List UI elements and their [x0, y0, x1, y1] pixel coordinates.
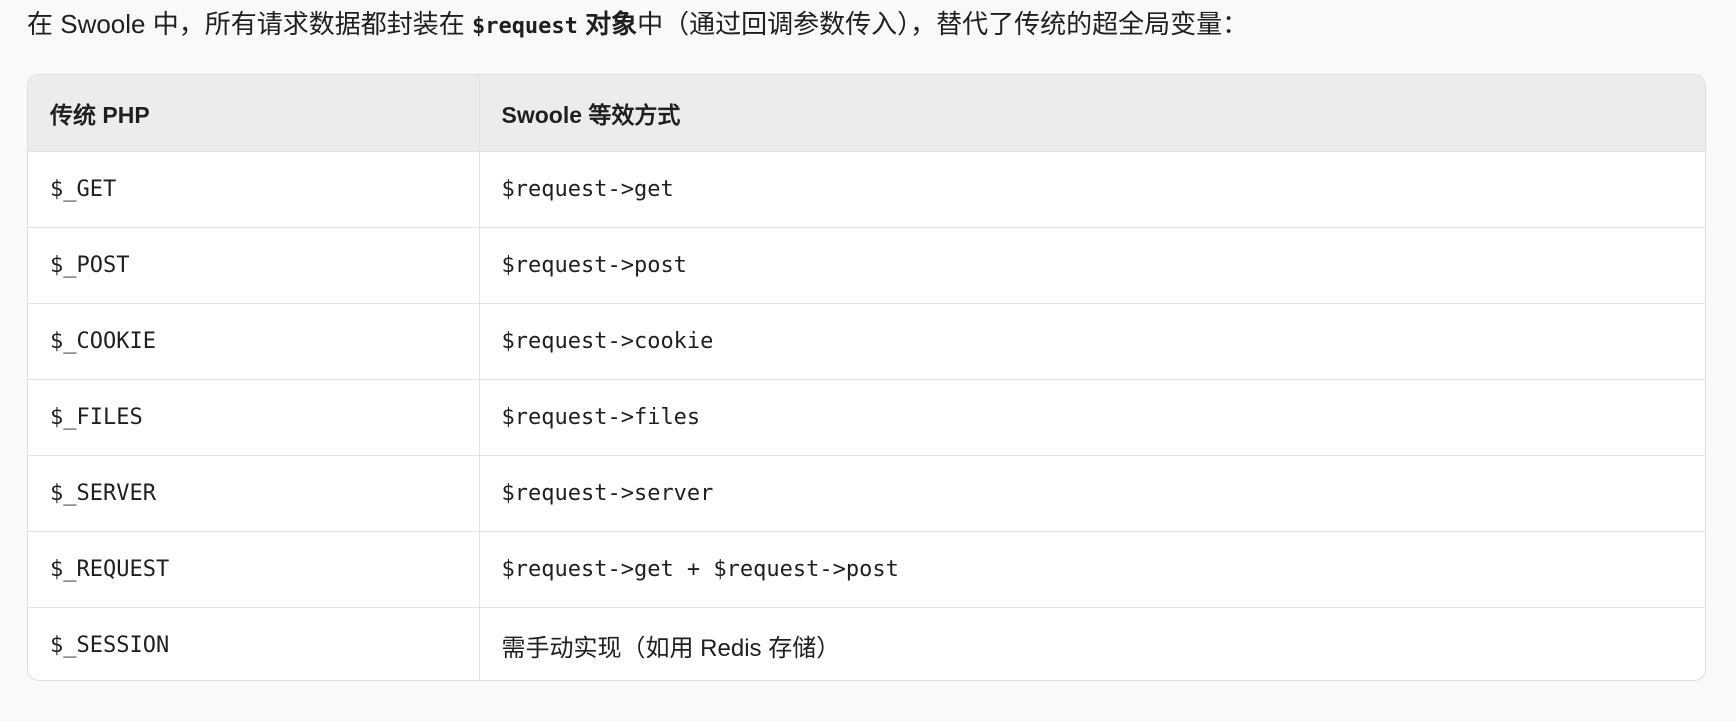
php-superglobal-cell: $_COOKIE [28, 302, 479, 379]
mapping-table: 传统 PHP Swoole 等效方式 $_GET $request->get $… [27, 74, 1706, 681]
swoole-equivalent-cell: $request->get [478, 150, 1705, 227]
header-traditional-php: 传统 PHP [28, 75, 479, 151]
intro-text-suffix: 中（通过回调参数传入），替代了传统的超全局变量： [637, 9, 1249, 39]
swoole-equivalent-cell: $request->cookie [478, 302, 1705, 379]
swoole-equivalent-cell: 需手动实现（如用 Redis 存储） [478, 606, 1705, 680]
php-superglobal-cell: $_POST [28, 226, 479, 303]
table-row: $_GET $request->get [28, 150, 1705, 227]
intro-bold-object: 对象 [577, 9, 638, 39]
table-row: $_REQUEST $request->get + $request->post [28, 530, 1705, 607]
php-superglobal-cell: $_SERVER [28, 454, 479, 531]
php-superglobal-cell: $_REQUEST [28, 530, 479, 607]
intro-code-request: $request [471, 14, 578, 39]
table-row: $_SESSION 需手动实现（如用 Redis 存储） [28, 606, 1705, 680]
table-header-row: 传统 PHP Swoole 等效方式 [28, 75, 1705, 151]
intro-paragraph: 在 Swoole 中，所有请求数据都封装在 $request 对象中（通过回调参… [27, 6, 1248, 42]
swoole-equivalent-cell: $request->post [478, 226, 1705, 303]
swoole-equivalent-cell: $request->get + $request->post [478, 530, 1705, 607]
table-row: $_FILES $request->files [28, 378, 1705, 455]
header-swoole-equivalent: Swoole 等效方式 [478, 75, 1705, 151]
php-superglobal-cell: $_FILES [28, 378, 479, 455]
table-row: $_SERVER $request->server [28, 454, 1705, 531]
swoole-equivalent-cell: $request->files [478, 378, 1705, 455]
intro-text-prefix: 在 Swoole 中，所有请求数据都封装在 [27, 9, 472, 39]
swoole-equivalent-cell: $request->server [478, 454, 1705, 531]
php-superglobal-cell: $_GET [28, 150, 479, 227]
table-row: $_POST $request->post [28, 226, 1705, 303]
php-superglobal-cell: $_SESSION [28, 606, 479, 680]
table-row: $_COOKIE $request->cookie [28, 302, 1705, 379]
